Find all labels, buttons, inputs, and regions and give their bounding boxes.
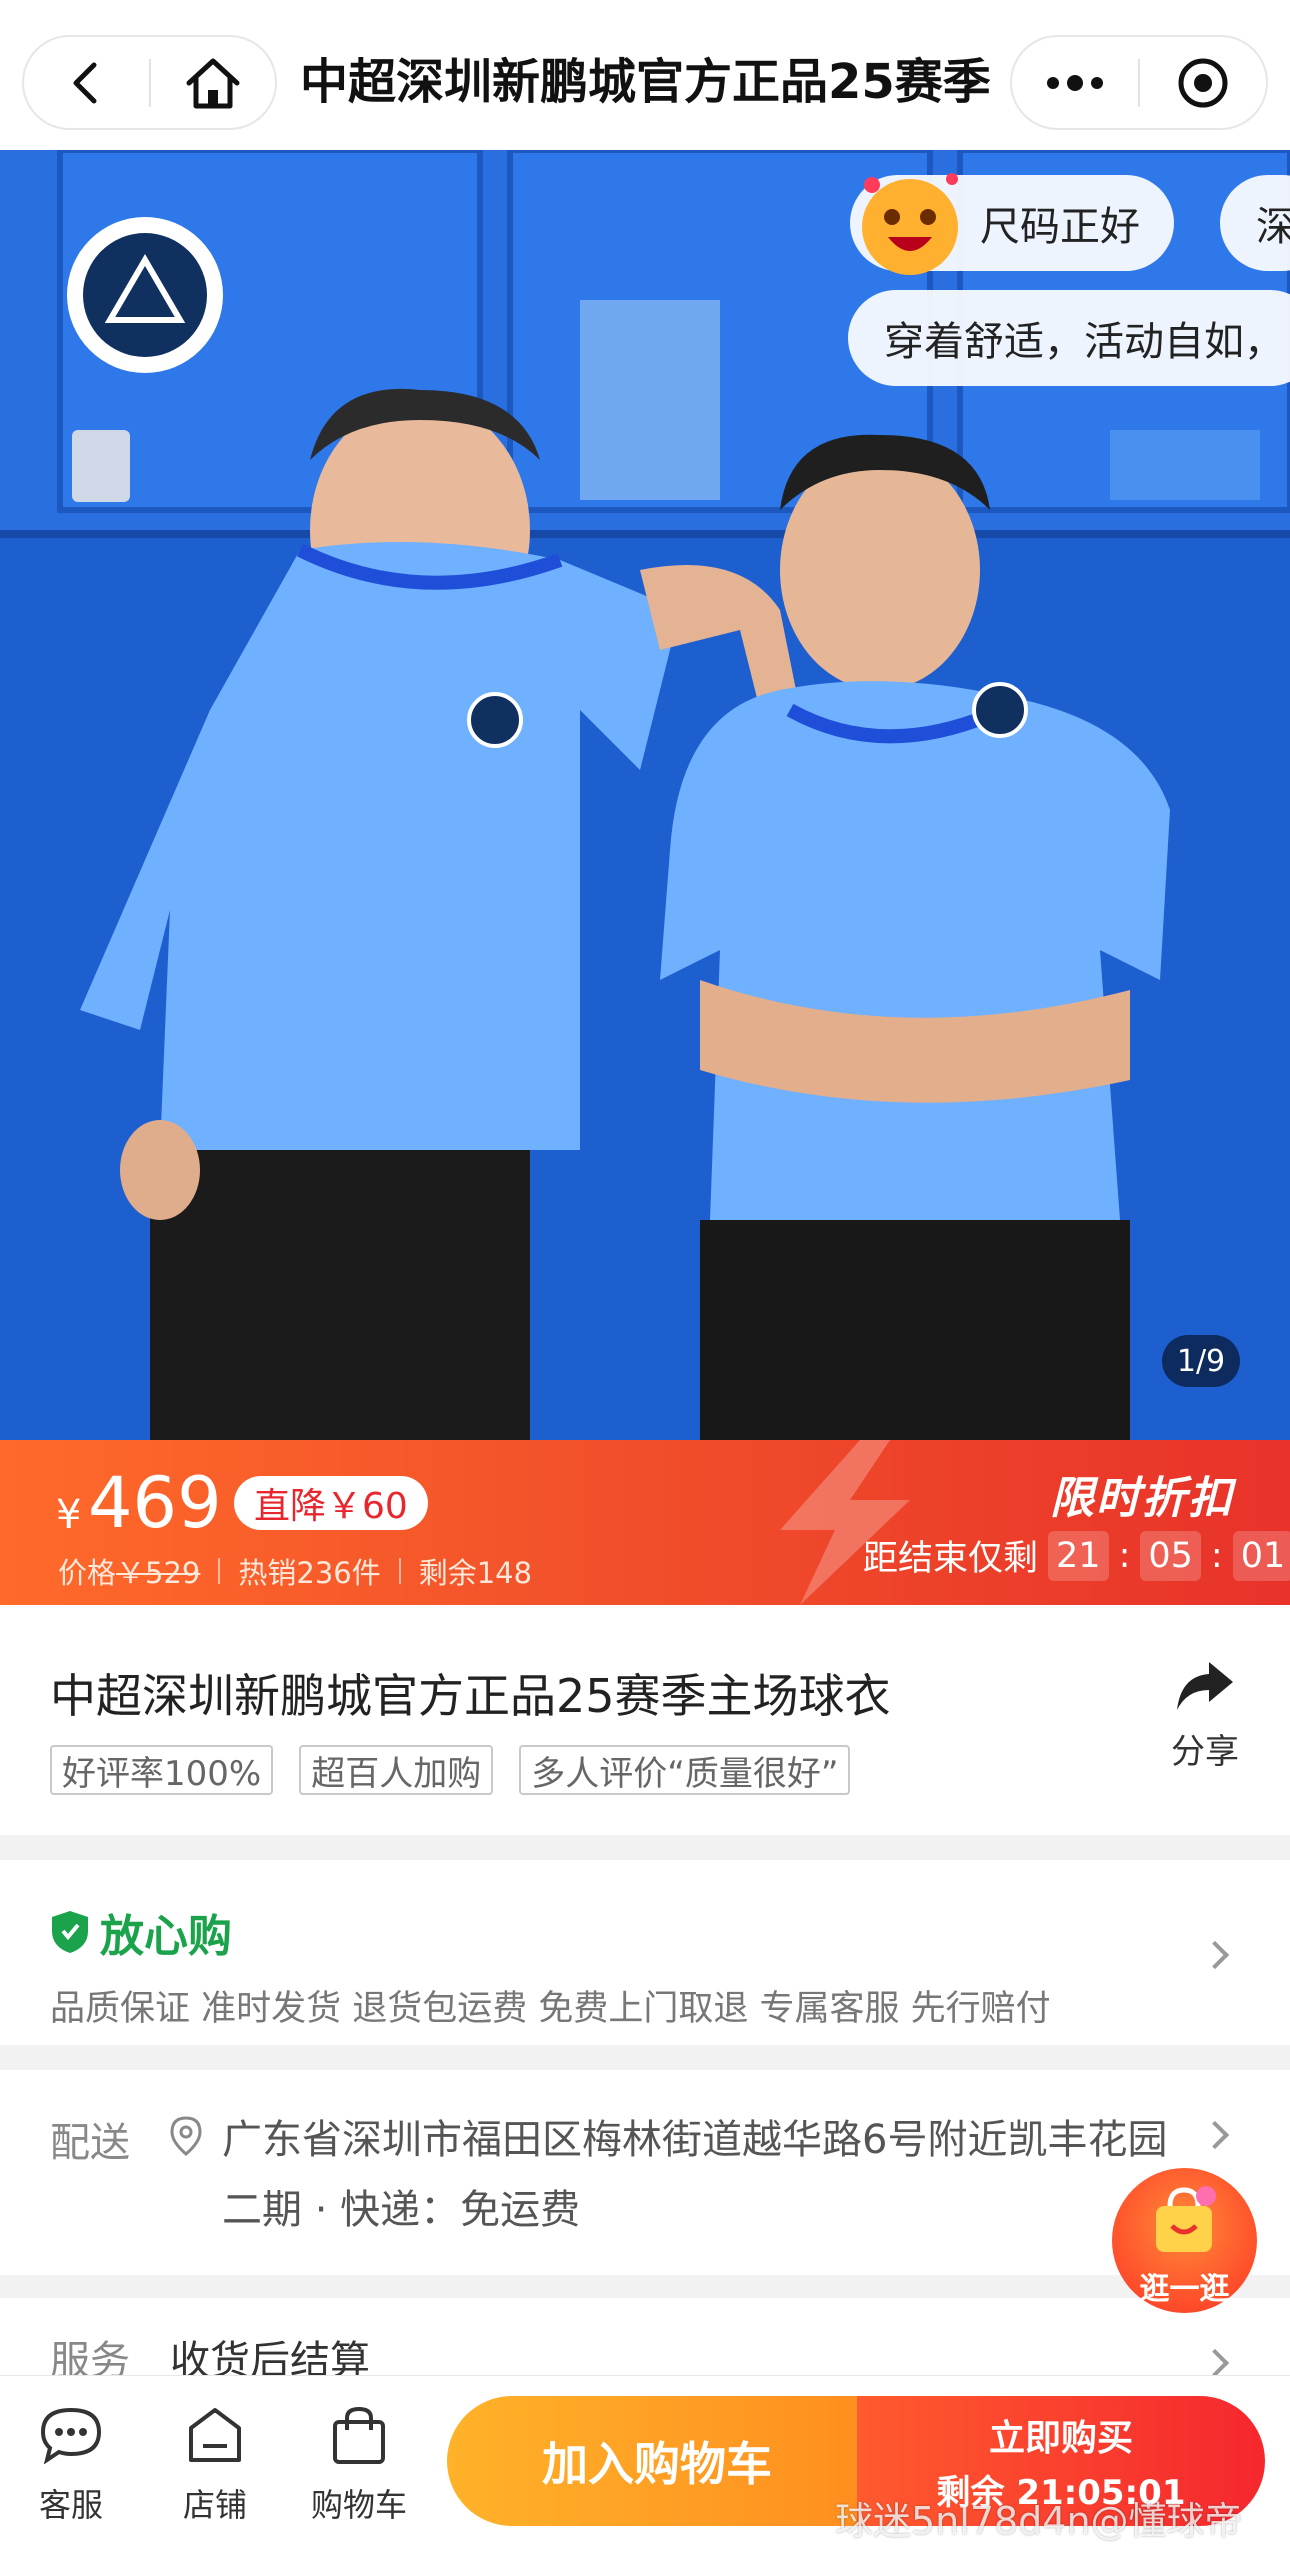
chat-icon xyxy=(40,2407,102,2465)
chevron-right-icon xyxy=(1200,1940,1230,1970)
share-button[interactable]: 分享 xyxy=(1160,1660,1250,1773)
product-image-gallery[interactable]: 尺码正好 深 穿着舒适，活动自如， 1/9 xyxy=(0,150,1290,1440)
stock-remaining: 剩余148 xyxy=(418,1556,533,1590)
shop-label: 店铺 xyxy=(182,2486,247,2524)
buy-now-label: 立即购买 xyxy=(988,2417,1133,2459)
delivery-address: 广东省深圳市福田区梅林街道越华路6号附近凯丰花园二期 · 快递：免运费 xyxy=(222,2117,1168,2233)
sales-count: 热销236件 xyxy=(238,1556,381,1590)
current-price: 469 xyxy=(88,1462,222,1544)
chevron-right-icon xyxy=(1200,2348,1230,2378)
price-band: ¥ 469 直降￥60 价格 ￥529 热销236件 剩余148 限时折扣 距结… xyxy=(0,1440,1290,1605)
home-button[interactable] xyxy=(151,37,276,128)
review-bubble[interactable]: 穿着舒适，活动自如， xyxy=(848,290,1290,386)
product-tag: 多人评价“质量很好” xyxy=(519,1745,851,1795)
product-tag: 超百人加购 xyxy=(299,1745,494,1795)
product-page: 中超深圳新鹏城官方正品25赛季主场球衣 xyxy=(0,0,1290,2549)
cart-label: 购物车 xyxy=(310,2486,407,2524)
watermark: 球迷5nl78d4n@懂球帝 xyxy=(835,2499,1243,2543)
countdown-minutes: 05 xyxy=(1140,1530,1201,1581)
shop-button[interactable]: 店铺 xyxy=(160,2406,270,2526)
share-label: 分享 xyxy=(1171,1732,1239,1772)
countdown-seconds: 01 xyxy=(1232,1530,1290,1581)
shop-icon xyxy=(189,2408,241,2462)
customer-service-button[interactable]: 客服 xyxy=(16,2406,126,2526)
countdown-hours: 21 xyxy=(1048,1530,1109,1581)
nav-capsule xyxy=(22,35,277,130)
page-title: 中超深圳新鹏城官方正品25赛季主场球衣 xyxy=(300,54,990,110)
divider xyxy=(398,1558,401,1584)
back-button[interactable] xyxy=(24,37,149,128)
original-price-label: 价格 xyxy=(58,1556,117,1590)
mini-program-capsule xyxy=(1010,35,1268,130)
top-bar: 中超深圳新鹏城官方正品25赛季主场球衣 xyxy=(0,0,1290,150)
assurance-title-text: 放心购 xyxy=(100,1911,232,1962)
divider xyxy=(218,1558,221,1584)
bag-icon xyxy=(333,2406,385,2464)
browse-label: 逛一逛 xyxy=(1139,2272,1230,2307)
product-info-card: 中超深圳新鹏城官方正品25赛季主场球衣 好评率100% 超百人加购 多人评价“质… xyxy=(0,1605,1290,1835)
shield-icon xyxy=(52,1911,88,1953)
add-to-cart-button[interactable]: 加入购物车 xyxy=(447,2396,867,2526)
shopping-bag-icon xyxy=(1156,2186,1216,2252)
colon: : xyxy=(1210,1535,1223,1576)
browse-float-button[interactable]: 逛一逛 xyxy=(1112,2168,1257,2313)
customer-service-label: 客服 xyxy=(38,2486,103,2524)
chevron-right-icon xyxy=(1200,2120,1230,2150)
assurance-title: 放心购 xyxy=(50,1900,232,1964)
location-pin-icon xyxy=(170,2116,202,2156)
more-button[interactable] xyxy=(1012,37,1138,128)
home-icon xyxy=(186,58,240,108)
flash-sale-title: 限时折扣 xyxy=(1050,1473,1234,1524)
countdown: 距结束仅剩 21 : 05 : 01 xyxy=(863,1530,1290,1581)
review-tag-label: 尺码正好 xyxy=(980,204,1140,250)
share-arrow-icon xyxy=(1177,1662,1233,1710)
colon: : xyxy=(1118,1535,1131,1576)
currency-symbol: ¥ xyxy=(56,1492,82,1538)
emoji-icon xyxy=(862,173,958,275)
delivery-label: 配送 xyxy=(50,2120,130,2166)
product-tags: 好评率100% 超百人加购 多人评价“质量很好” xyxy=(50,1745,876,1795)
gallery-counter: 1/9 xyxy=(1162,1335,1240,1387)
review-tag-label: 深 xyxy=(1256,204,1290,250)
cart-button[interactable]: 购物车 xyxy=(304,2406,414,2526)
price-meta: 价格 ￥529 热销236件 剩余148 xyxy=(58,1550,532,1592)
original-price: ￥529 xyxy=(116,1556,201,1590)
countdown-label: 距结束仅剩 xyxy=(863,1539,1039,1579)
target-icon xyxy=(1178,58,1228,107)
product-title: 中超深圳新鹏城官方正品25赛季主场球衣 xyxy=(50,1669,891,1723)
product-tag: 好评率100% xyxy=(50,1745,274,1795)
assurance-card[interactable]: 放心购 品质保证 准时发货 退货包运费 免费上门取退 专属客服 先行赔付 xyxy=(0,1860,1290,2045)
assurance-items: 品质保证 准时发货 退货包运费 免费上门取退 专属客服 先行赔付 xyxy=(50,1989,1051,2029)
close-mini-program-button[interactable] xyxy=(1140,37,1266,128)
more-dots-icon xyxy=(1047,74,1103,91)
review-bubble-text: 穿着舒适，活动自如， xyxy=(884,319,1284,365)
price-drop-badge: 直降￥60 xyxy=(234,1476,428,1530)
delivery-card[interactable]: 配送 广东省深圳市福田区梅林街道越华路6号附近凯丰花园二期 · 快递：免运费 xyxy=(0,2070,1290,2275)
back-icon xyxy=(73,62,97,103)
